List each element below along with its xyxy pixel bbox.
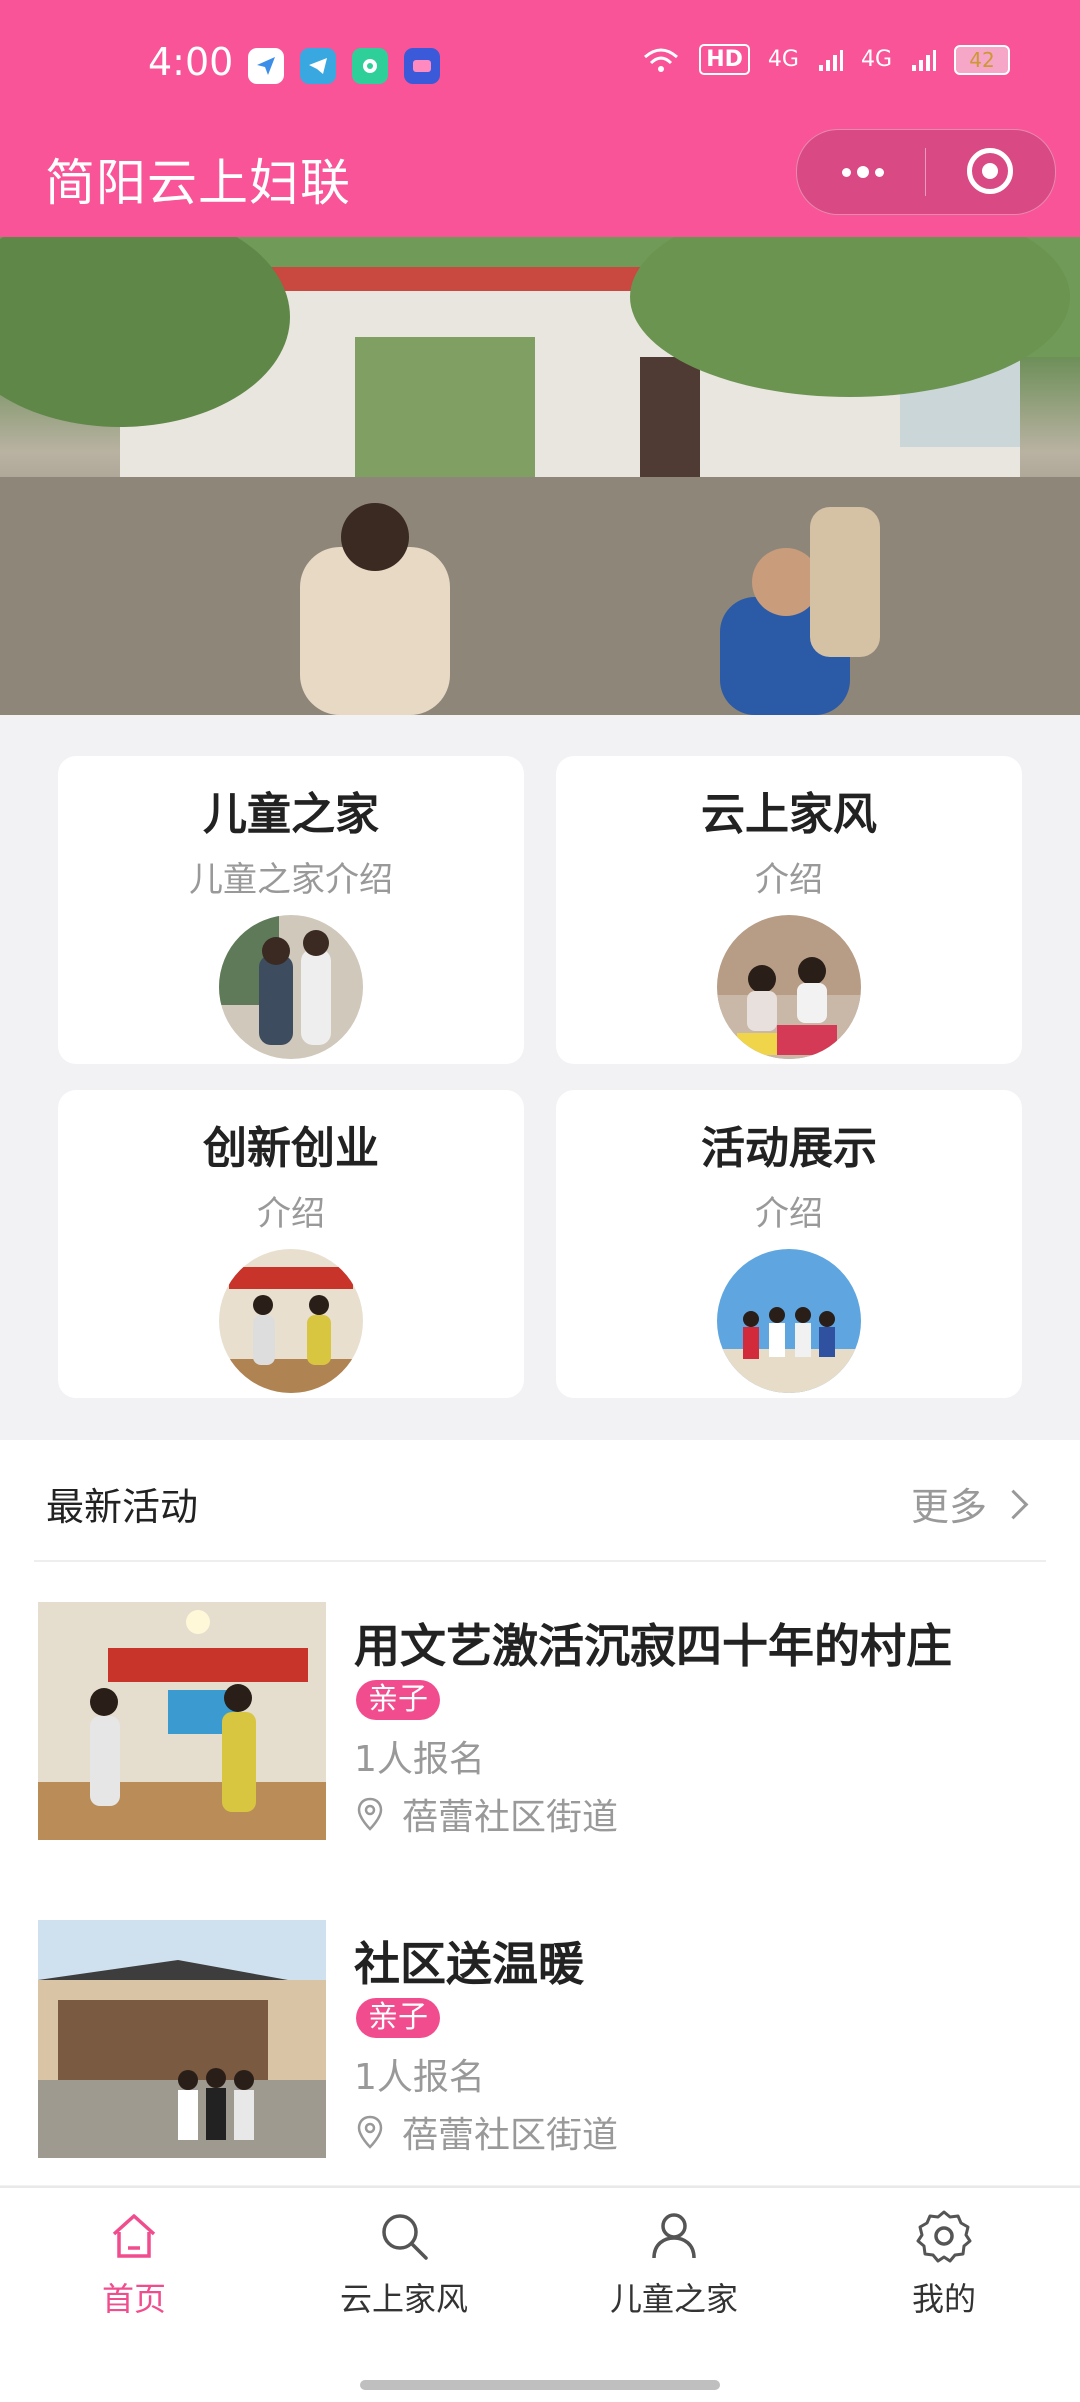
bilibili-app-icon <box>404 48 440 84</box>
more-dot-icon <box>857 166 869 178</box>
tab-home[interactable]: 首页 <box>34 2208 234 2320</box>
card-family-tradition[interactable]: 云上家风 介绍 <box>556 756 1022 1064</box>
activity-item[interactable]: 用文艺激活沉寂四十年的村庄 亲子 1人报名 蓓蕾社区街道 <box>38 1602 1048 1842</box>
search-icon <box>382 2214 428 2260</box>
status-indicators: HD 4G 4G 42 <box>641 44 1010 75</box>
status-time: 4:00 <box>148 40 234 84</box>
card-activity-showcase[interactable]: 活动展示 介绍 <box>556 1090 1022 1398</box>
more-label: 更多 <box>910 1485 987 1529</box>
signal-icon <box>818 49 843 71</box>
tab-label: 儿童之家 <box>609 2280 738 2318</box>
network-label-1: 4G <box>767 47 799 72</box>
nav-bar: 简阳云上妇联 <box>0 129 1080 237</box>
card-subtitle: 介绍 <box>755 1194 823 1234</box>
miniprogram-capsule <box>796 129 1056 215</box>
card-thumbnail <box>219 1249 363 1393</box>
more-menu-button[interactable] <box>835 154 891 190</box>
location-pin-icon <box>357 1797 383 1831</box>
chevron-right-icon <box>998 1489 1029 1520</box>
bottom-tab-bar: 首页 云上家风 儿童之家 我的 <box>0 2186 1080 2402</box>
hero-banner-image[interactable] <box>0 237 1080 715</box>
capsule-divider <box>925 148 926 196</box>
activity-location: 蓓蕾社区街道 <box>356 2106 618 2158</box>
more-dot-icon <box>842 167 851 177</box>
activity-location: 蓓蕾社区街道 <box>356 1788 618 1840</box>
card-thumbnail <box>219 915 363 1059</box>
signup-count: 1人报名 <box>354 2057 485 2098</box>
activity-title: 社区送温暖 <box>354 1937 584 1991</box>
activity-item[interactable]: 社区送温暖 亲子 1人报名 蓓蕾社区街道 <box>38 1920 1048 2160</box>
card-children-home[interactable]: 儿童之家 儿童之家介绍 <box>58 756 524 1064</box>
gear-icon <box>916 2210 972 2263</box>
user-icon <box>652 2213 696 2259</box>
wifi-icon <box>644 48 679 72</box>
notification-icons <box>248 48 440 84</box>
page-title: 简阳云上妇联 <box>45 154 351 212</box>
tab-children-home[interactable]: 儿童之家 <box>574 2208 774 2320</box>
card-title: 儿童之家 <box>203 789 379 840</box>
activity-tag: 亲子 <box>356 1680 440 1720</box>
status-bar: 4:00 HD 4G 4G 42 <box>0 0 1080 135</box>
signal-icon <box>912 49 936 71</box>
card-thumbnail <box>717 1249 861 1393</box>
close-miniprogram-button[interactable] <box>967 148 1013 194</box>
card-title: 活动展示 <box>701 1123 877 1174</box>
card-title: 云上家风 <box>701 789 877 840</box>
card-title: 创新创业 <box>203 1123 379 1174</box>
chat-app-icon <box>352 48 388 84</box>
send-app-icon <box>248 48 284 84</box>
card-subtitle: 介绍 <box>257 1194 325 1234</box>
activity-title: 用文艺激活沉寂四十年的村庄 <box>354 1619 952 1673</box>
activity-thumbnail <box>38 1920 326 2158</box>
tab-label: 首页 <box>101 2280 166 2318</box>
network-label-2: 4G <box>860 47 892 72</box>
tab-family-tradition[interactable]: 云上家风 <box>304 2208 504 2320</box>
telegram-app-icon <box>300 48 336 84</box>
location-label: 蓓蕾社区街道 <box>402 1797 619 1838</box>
activity-tag: 亲子 <box>356 1998 440 2038</box>
location-label: 蓓蕾社区街道 <box>402 2115 619 2156</box>
more-dot-icon <box>875 167 884 177</box>
card-subtitle: 介绍 <box>755 860 823 900</box>
tab-mine[interactable]: 我的 <box>844 2208 1044 2320</box>
more-link[interactable]: 更多 <box>910 1476 1029 1531</box>
tab-label: 云上家风 <box>339 2280 468 2318</box>
activity-thumbnail <box>38 1602 326 1840</box>
latest-activities-section: 最新活动 更多 用文艺激活沉寂四十年的村庄 亲子 1人报名 蓓蕾社区街道 社区送… <box>0 1440 1080 2185</box>
home-indicator[interactable] <box>360 2380 720 2390</box>
card-thumbnail <box>717 915 861 1059</box>
tab-label: 我的 <box>911 2280 976 2318</box>
divider <box>34 1560 1046 1562</box>
battery-indicator: 42 <box>954 44 1010 75</box>
section-heading: 最新活动 <box>46 1485 199 1529</box>
signup-count: 1人报名 <box>354 1739 485 1780</box>
location-pin-icon <box>357 2115 383 2149</box>
hd-badge: HD <box>699 44 750 75</box>
card-innovation[interactable]: 创新创业 介绍 <box>58 1090 524 1398</box>
card-subtitle: 儿童之家介绍 <box>189 860 393 900</box>
home-icon <box>112 2214 156 2258</box>
